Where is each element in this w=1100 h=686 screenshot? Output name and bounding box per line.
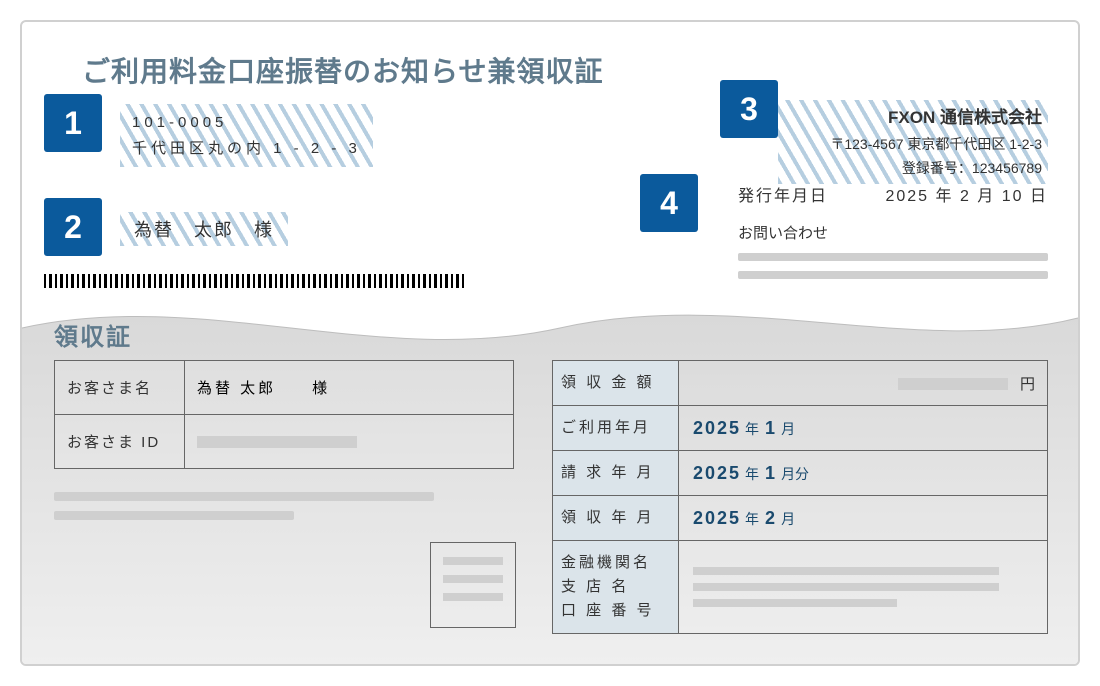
company-name: FXON 通信株式会社 — [784, 104, 1042, 133]
customer-name-block: 為替 太郎 様 — [120, 212, 288, 246]
company-info-block: FXON 通信株式会社 〒123-4567 東京都千代田区 1-2-3 登録番号… — [778, 100, 1048, 184]
callout-marker-1: 1 — [44, 94, 102, 152]
customer-info-table: お客さま名 為替 太郎 様 お客さま ID — [54, 360, 514, 469]
billing-month-value: 2025年1月分 — [679, 451, 1048, 496]
company-address-line: 〒123-4567 東京都千代田区 1-2-3 — [784, 133, 1042, 157]
receipt-heading: 領収証 — [54, 317, 132, 352]
bank-info-label: 金融機関名 支 店 名 口 座 番 号 — [553, 541, 679, 634]
customer-address-block: 101-0005 千代田区丸の内 1 - 2 - 3 — [120, 104, 373, 167]
company-registration: 登録番号：123456789 — [784, 157, 1042, 181]
callout-marker-4: 4 — [640, 174, 698, 232]
customer-name: 為替 太郎 様 — [134, 220, 274, 240]
issue-date-label: 発行年月日 — [738, 182, 828, 206]
document-title: ご利用料金口座振替のお知らせ兼領収証 — [82, 50, 603, 90]
issue-date-value: 2025 年 2 月 10 日 — [885, 182, 1048, 206]
bank-info-value — [679, 541, 1048, 634]
callout-marker-2: 2 — [44, 198, 102, 256]
usage-month-label: ご利用年月 — [553, 406, 679, 451]
cust-name-label: お客さま名 — [55, 361, 185, 415]
usage-month-value: 2025年1月 — [679, 406, 1048, 451]
cust-name-value: 為替 太郎 様 — [185, 361, 514, 415]
receipt-month-value: 2025年2月 — [679, 496, 1048, 541]
customer-postal: 101-0005 — [132, 110, 361, 136]
amount-label: 領 収 金 額 — [553, 361, 679, 406]
left-note-lines — [54, 492, 454, 530]
document-page: ご利用料金口座振替のお知らせ兼領収証 1 2 3 4 101-0005 千代田区… — [20, 20, 1080, 666]
callout-marker-3: 3 — [720, 80, 778, 138]
receipt-month-label: 領 収 年 月 — [553, 496, 679, 541]
customer-address: 千代田区丸の内 1 - 2 - 3 — [132, 136, 361, 162]
receipt-details-table: 領 収 金 額 円 ご利用年月 2025年1月 請 求 年 月 2025年1月分… — [552, 360, 1048, 634]
wave-divider — [22, 288, 1078, 358]
amount-value: 円 — [679, 361, 1048, 406]
inquiry-label: お問い合わせ — [738, 222, 1048, 243]
stamp-box — [430, 542, 516, 628]
cust-id-value — [185, 415, 514, 469]
cust-id-label: お客さま ID — [55, 415, 185, 469]
issue-date-row: 発行年月日 2025 年 2 月 10 日 — [738, 182, 1048, 206]
billing-month-label: 請 求 年 月 — [553, 451, 679, 496]
